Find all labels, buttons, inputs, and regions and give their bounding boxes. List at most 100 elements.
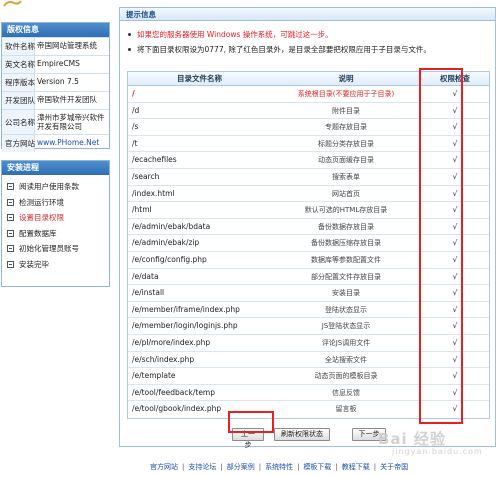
directory-name: /e/pl/more/index.php xyxy=(132,337,211,347)
directory-name: /html xyxy=(132,205,152,215)
info-key: 官方网站 xyxy=(2,135,35,152)
info-value: 漳州市芗城帝兴软件开发有限公司 xyxy=(37,113,105,131)
directory-description: 附件目录 xyxy=(332,106,360,115)
directory-description: 动态页面缓存目录 xyxy=(318,156,374,165)
install-step-item: 配置数据库 xyxy=(2,226,109,242)
collapse-box-icon xyxy=(7,260,14,268)
directory-name: /e/member/login/loginjs.php xyxy=(132,321,238,331)
directory-name: /e/sch/index.php xyxy=(132,354,195,364)
footer-separator: | xyxy=(258,463,262,471)
logo-fragment xyxy=(3,0,22,7)
main-panel: 提示信息 如果您的服务器使用 Windows 操作系统，可跳过这一步。 将下面目… xyxy=(119,7,496,449)
directory-name: /e/tool/feedback/temp xyxy=(132,387,215,397)
directory-name: /e/admin/ebak/zip xyxy=(132,238,200,248)
directory-name: /e/template xyxy=(132,371,176,381)
info-key: 英文名称 xyxy=(2,56,35,73)
install-steps-title: 安装进程 xyxy=(2,161,109,175)
directory-name: /s xyxy=(132,122,139,132)
info-key: 程序版本 xyxy=(2,74,35,91)
directory-description: 网站首页 xyxy=(332,189,360,198)
directory-name: /search xyxy=(132,171,160,181)
collapse-box-icon xyxy=(7,198,14,206)
footer-separator: | xyxy=(335,463,338,471)
permission-column-highlight xyxy=(419,68,463,424)
footer-separator: | xyxy=(297,463,300,471)
tip-item: 如果您的服务器使用 Windows 操作系统，可跳过这一步。 xyxy=(128,27,487,42)
info-value: 帝国网站管理系统 xyxy=(37,41,97,50)
info-value: EmpireCMS xyxy=(37,59,80,68)
column-header-description: 说明 xyxy=(338,74,354,83)
tip-text: 如果您的服务器使用 Windows 操作系统，可跳过这一步。 xyxy=(137,30,333,39)
copyright-info-panel: 版权信息 软件名称 帝国网站管理系统 英文名称 EmpireCMS 程序版本 Versio… xyxy=(1,22,110,152)
footer-link[interactable]: 部分案例 xyxy=(227,462,255,472)
directory-name: /t xyxy=(132,138,138,148)
directory-description: 留言板 xyxy=(335,405,357,414)
watermark-text: Bai 经验 xyxy=(378,430,446,448)
directory-description: JS登陆状态显示 xyxy=(321,322,371,331)
directory-description: 登陆状态显示 xyxy=(325,305,367,314)
next-button-highlight xyxy=(228,411,274,433)
directory-description: 部分配置文件存放目录 xyxy=(311,272,381,281)
collapse-box-icon xyxy=(7,229,14,237)
footer-link[interactable]: 系统特性 xyxy=(265,462,293,472)
info-key: 软件名称 xyxy=(2,38,35,55)
baidu-watermark: Bai 经验 jingyan.baidu.com xyxy=(378,428,483,458)
info-row: 英文名称 EmpireCMS xyxy=(2,55,109,73)
directory-description: 备份数据存放目录 xyxy=(318,222,374,231)
directory-name: /index.html xyxy=(132,188,175,198)
copyright-info-title: 版权信息 xyxy=(2,23,109,37)
info-key: 开发团队 xyxy=(2,92,35,109)
footer-link[interactable]: 关于帝国 xyxy=(380,462,408,472)
official-site-link[interactable]: www.PHome.Net xyxy=(35,135,109,152)
tips-list: 如果您的服务器使用 Windows 操作系统，可跳过这一步。 将下面目录权限设为… xyxy=(120,21,495,57)
bullet-icon xyxy=(128,48,131,51)
info-value: 帝国软件开发团队 xyxy=(37,95,97,104)
directory-description: 评论JS调用文件 xyxy=(321,338,371,347)
directory-description: 搜索表单 xyxy=(332,172,360,181)
directory-name: /e/admin/ebak/bdata xyxy=(132,221,211,231)
collapse-box-icon xyxy=(7,245,14,253)
info-row: 开发团队 帝国软件开发团队 xyxy=(2,91,109,109)
install-step-item: 检测运行环境 xyxy=(2,195,109,211)
info-row: 软件名称 帝国网站管理系统 xyxy=(2,37,109,55)
info-row: 程序版本 Version 7.5 xyxy=(2,73,109,91)
footer-separator: | xyxy=(220,463,223,471)
footer-link[interactable]: 模板下载 xyxy=(303,462,331,472)
tip-text: 将下面目录权限设为0777, 除了红色目录外，是目录全部要把权限应用于子目录与文… xyxy=(137,45,431,54)
info-row: 官方网站 www.PHome.Net xyxy=(2,134,109,152)
footer-link[interactable]: 教程下载 xyxy=(342,462,370,472)
install-step-item: 初始化管理员账号 xyxy=(2,241,109,257)
install-steps-panel: 安装进程 阅读用户使用条款检测运行环境设置目录权限配置数据库初始化管理员账号安装… xyxy=(1,160,110,287)
install-step-item: 安装完毕 xyxy=(2,257,109,273)
directory-name: /e/install xyxy=(132,288,165,298)
refresh-permission-button[interactable]: 刷新权限状态 xyxy=(274,428,330,441)
footer-link[interactable]: 支持论坛 xyxy=(188,462,216,472)
collapse-box-icon xyxy=(7,183,14,191)
directory-description: 安装目录 xyxy=(332,289,360,298)
bullet-icon xyxy=(128,33,131,36)
directory-description: 标题分类存放目录 xyxy=(318,139,374,148)
collapse-box-icon xyxy=(7,214,14,222)
info-value: Version 7.5 xyxy=(37,77,79,86)
info-row: 公司名称 漳州市芗城帝兴软件开发有限公司 xyxy=(2,109,109,134)
directory-description: 系统根目录(不要应用于子目录) xyxy=(297,90,395,98)
directory-description: 动态页面的模板目录 xyxy=(314,372,378,381)
install-step-label: 设置目录权限 xyxy=(19,213,64,223)
install-step-item: 阅读用户使用条款 xyxy=(2,179,109,195)
install-step-label: 初始化管理员账号 xyxy=(19,244,79,254)
directory-description: 备份数据压缩存放目录 xyxy=(311,239,381,248)
footer-separator: | xyxy=(182,463,185,471)
footer-links: 官方网站 | 支持论坛 | 部分案例 | 系统特性 | 模板下载 | 教程下载 | 关于帝国 xyxy=(150,462,408,472)
directory-name: /d xyxy=(132,105,140,115)
directory-description: 默认可选的HTML存放目录 xyxy=(304,206,388,215)
install-step-label: 阅读用户使用条款 xyxy=(19,182,79,192)
column-header-name: 目录文件名称 xyxy=(177,74,222,83)
footer-link[interactable]: 官方网站 xyxy=(150,462,178,472)
directory-name: /e/data xyxy=(132,271,159,281)
directory-name: /e/config/config.php xyxy=(132,254,207,264)
directory-name: /e/member/iframe/index.php xyxy=(132,304,240,314)
install-step-item: 设置目录权限 xyxy=(2,210,109,226)
directory-description: 全站搜索文件 xyxy=(325,355,367,364)
directory-name: / xyxy=(132,89,135,98)
watermark-sub: jingyan.baidu.com xyxy=(392,447,483,456)
